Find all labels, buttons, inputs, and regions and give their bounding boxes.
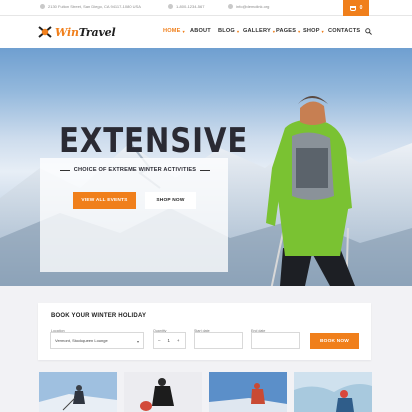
email-icon bbox=[228, 4, 233, 9]
nav-blog[interactable]: BLOG ▾ bbox=[218, 28, 243, 34]
view-all-events-button[interactable]: VIEW ALL EVENTS bbox=[73, 192, 136, 209]
nav-blog-label: BLOG bbox=[218, 28, 235, 34]
nav-contacts[interactable]: CONTACTS bbox=[328, 28, 360, 34]
nav-shop-label: SHOP bbox=[303, 28, 320, 34]
phone-info[interactable]: 1-800-1234-567 bbox=[168, 4, 204, 9]
map-pin-icon bbox=[40, 4, 45, 9]
quantity-value: 1 bbox=[167, 338, 170, 343]
location-select[interactable]: Vermont, Stockqueen Lounge ▾ bbox=[50, 332, 144, 349]
quantity-controls: – 1 + bbox=[158, 338, 179, 343]
thumbnail-image-2 bbox=[124, 372, 202, 412]
nav-home-label: HOME bbox=[163, 28, 181, 34]
thumbnail-image-3 bbox=[209, 372, 287, 412]
divider bbox=[200, 169, 210, 171]
phone-icon bbox=[168, 4, 173, 9]
site-logo[interactable]: WinTravel bbox=[38, 25, 116, 39]
nav-gallery-label: GALLERY bbox=[243, 28, 271, 34]
chevron-down-icon: ▾ bbox=[298, 28, 301, 34]
hero-text-panel bbox=[40, 158, 228, 272]
gallery-thumbnail-2[interactable] bbox=[124, 372, 202, 412]
logo-text-travel: Travel bbox=[78, 25, 116, 39]
nav-home[interactable]: HOME ▾ bbox=[163, 28, 190, 34]
address-text: 2130 Fulton Street, San Diego, CA 94117-… bbox=[48, 4, 141, 9]
location-value: Vermont, Stockqueen Lounge bbox=[55, 338, 108, 343]
address-info: 2130 Fulton Street, San Diego, CA 94117-… bbox=[40, 4, 141, 9]
nav-about[interactable]: ABOUT bbox=[190, 28, 218, 34]
hero-subtitle-row: CHOICE OF EXTREME WINTER ACTIVITIES bbox=[60, 167, 210, 173]
logo-icon bbox=[38, 26, 52, 38]
nav-pages[interactable]: PAGES ▾ bbox=[276, 28, 303, 34]
gallery-thumbnail-3[interactable] bbox=[209, 372, 287, 412]
chevron-down-icon: ▾ bbox=[236, 28, 240, 34]
start-date-input[interactable] bbox=[194, 332, 243, 349]
nav-pages-label: PAGES bbox=[276, 28, 297, 34]
hero-headline: EXTENSIVE bbox=[59, 121, 249, 161]
cart-button[interactable]: 0 bbox=[343, 0, 369, 16]
booking-title: BOOK YOUR WINTER HOLIDAY bbox=[51, 313, 147, 319]
select-arrow-icon: ▾ bbox=[136, 339, 139, 344]
book-now-button[interactable]: BOOK NOW bbox=[310, 333, 359, 349]
nav-about-label: ABOUT bbox=[190, 28, 211, 34]
search-icon[interactable] bbox=[365, 28, 372, 35]
chevron-down-icon: ▾ bbox=[182, 28, 185, 34]
thumbnail-image-4 bbox=[294, 372, 372, 412]
logo-text: WinTravel bbox=[55, 25, 116, 39]
nav-shop[interactable]: SHOP ▾ bbox=[303, 28, 328, 34]
email-text[interactable]: info@demolink.org bbox=[236, 4, 269, 9]
gallery-thumbnail-1[interactable] bbox=[39, 372, 117, 412]
thumbnail-image-1 bbox=[39, 372, 117, 412]
cart-icon bbox=[349, 5, 356, 11]
top-info-bar: 2130 Fulton Street, San Diego, CA 94117-… bbox=[0, 0, 412, 16]
chevron-down-icon: ▾ bbox=[272, 28, 276, 34]
divider bbox=[60, 169, 70, 171]
chevron-down-icon: ▾ bbox=[321, 28, 324, 34]
main-header: WinTravel HOME ▾ ABOUT BLOG ▾ GALLERY ▾ PAG… bbox=[0, 16, 412, 48]
quantity-increase-button[interactable]: + bbox=[177, 338, 180, 343]
quantity-stepper[interactable]: – 1 + bbox=[153, 332, 186, 349]
logo-text-win: Win bbox=[55, 25, 79, 39]
nav-contacts-label: CONTACTS bbox=[328, 28, 361, 34]
end-date-input[interactable] bbox=[251, 332, 300, 349]
nav-gallery[interactable]: GALLERY ▾ bbox=[243, 28, 276, 34]
phone-text[interactable]: 1-800-1234-567 bbox=[176, 4, 204, 9]
gallery-thumbnail-4[interactable] bbox=[294, 372, 372, 412]
cart-count: 0 bbox=[359, 5, 363, 11]
main-nav: HOME ▾ ABOUT BLOG ▾ GALLERY ▾ PAGES ▾ SHOP ▾ … bbox=[163, 28, 360, 34]
hero-subtitle: CHOICE OF EXTREME WINTER ACTIVITIES bbox=[73, 167, 197, 173]
email-info[interactable]: info@demolink.org bbox=[228, 4, 269, 9]
quantity-decrease-button[interactable]: – bbox=[158, 338, 160, 343]
shop-now-button[interactable]: SHOP NOW bbox=[145, 192, 196, 209]
